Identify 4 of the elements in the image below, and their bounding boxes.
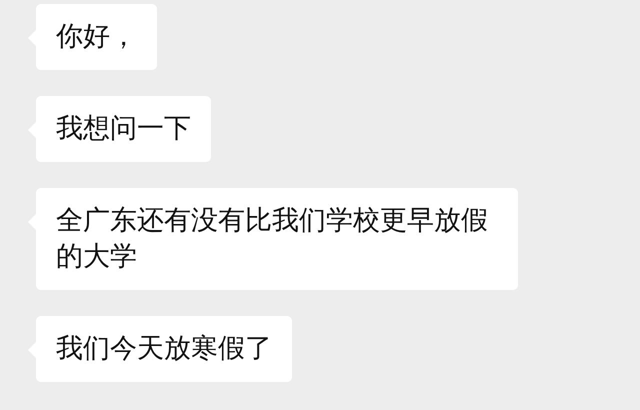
message-bubble: 我们今天放寒假了 [36,316,292,382]
message-bubble: 我想问一下 [36,96,211,162]
message-bubble: 你好， [36,4,157,70]
message-bubble: 全广东还有没有比我们学校更早放假的大学 [36,188,518,290]
